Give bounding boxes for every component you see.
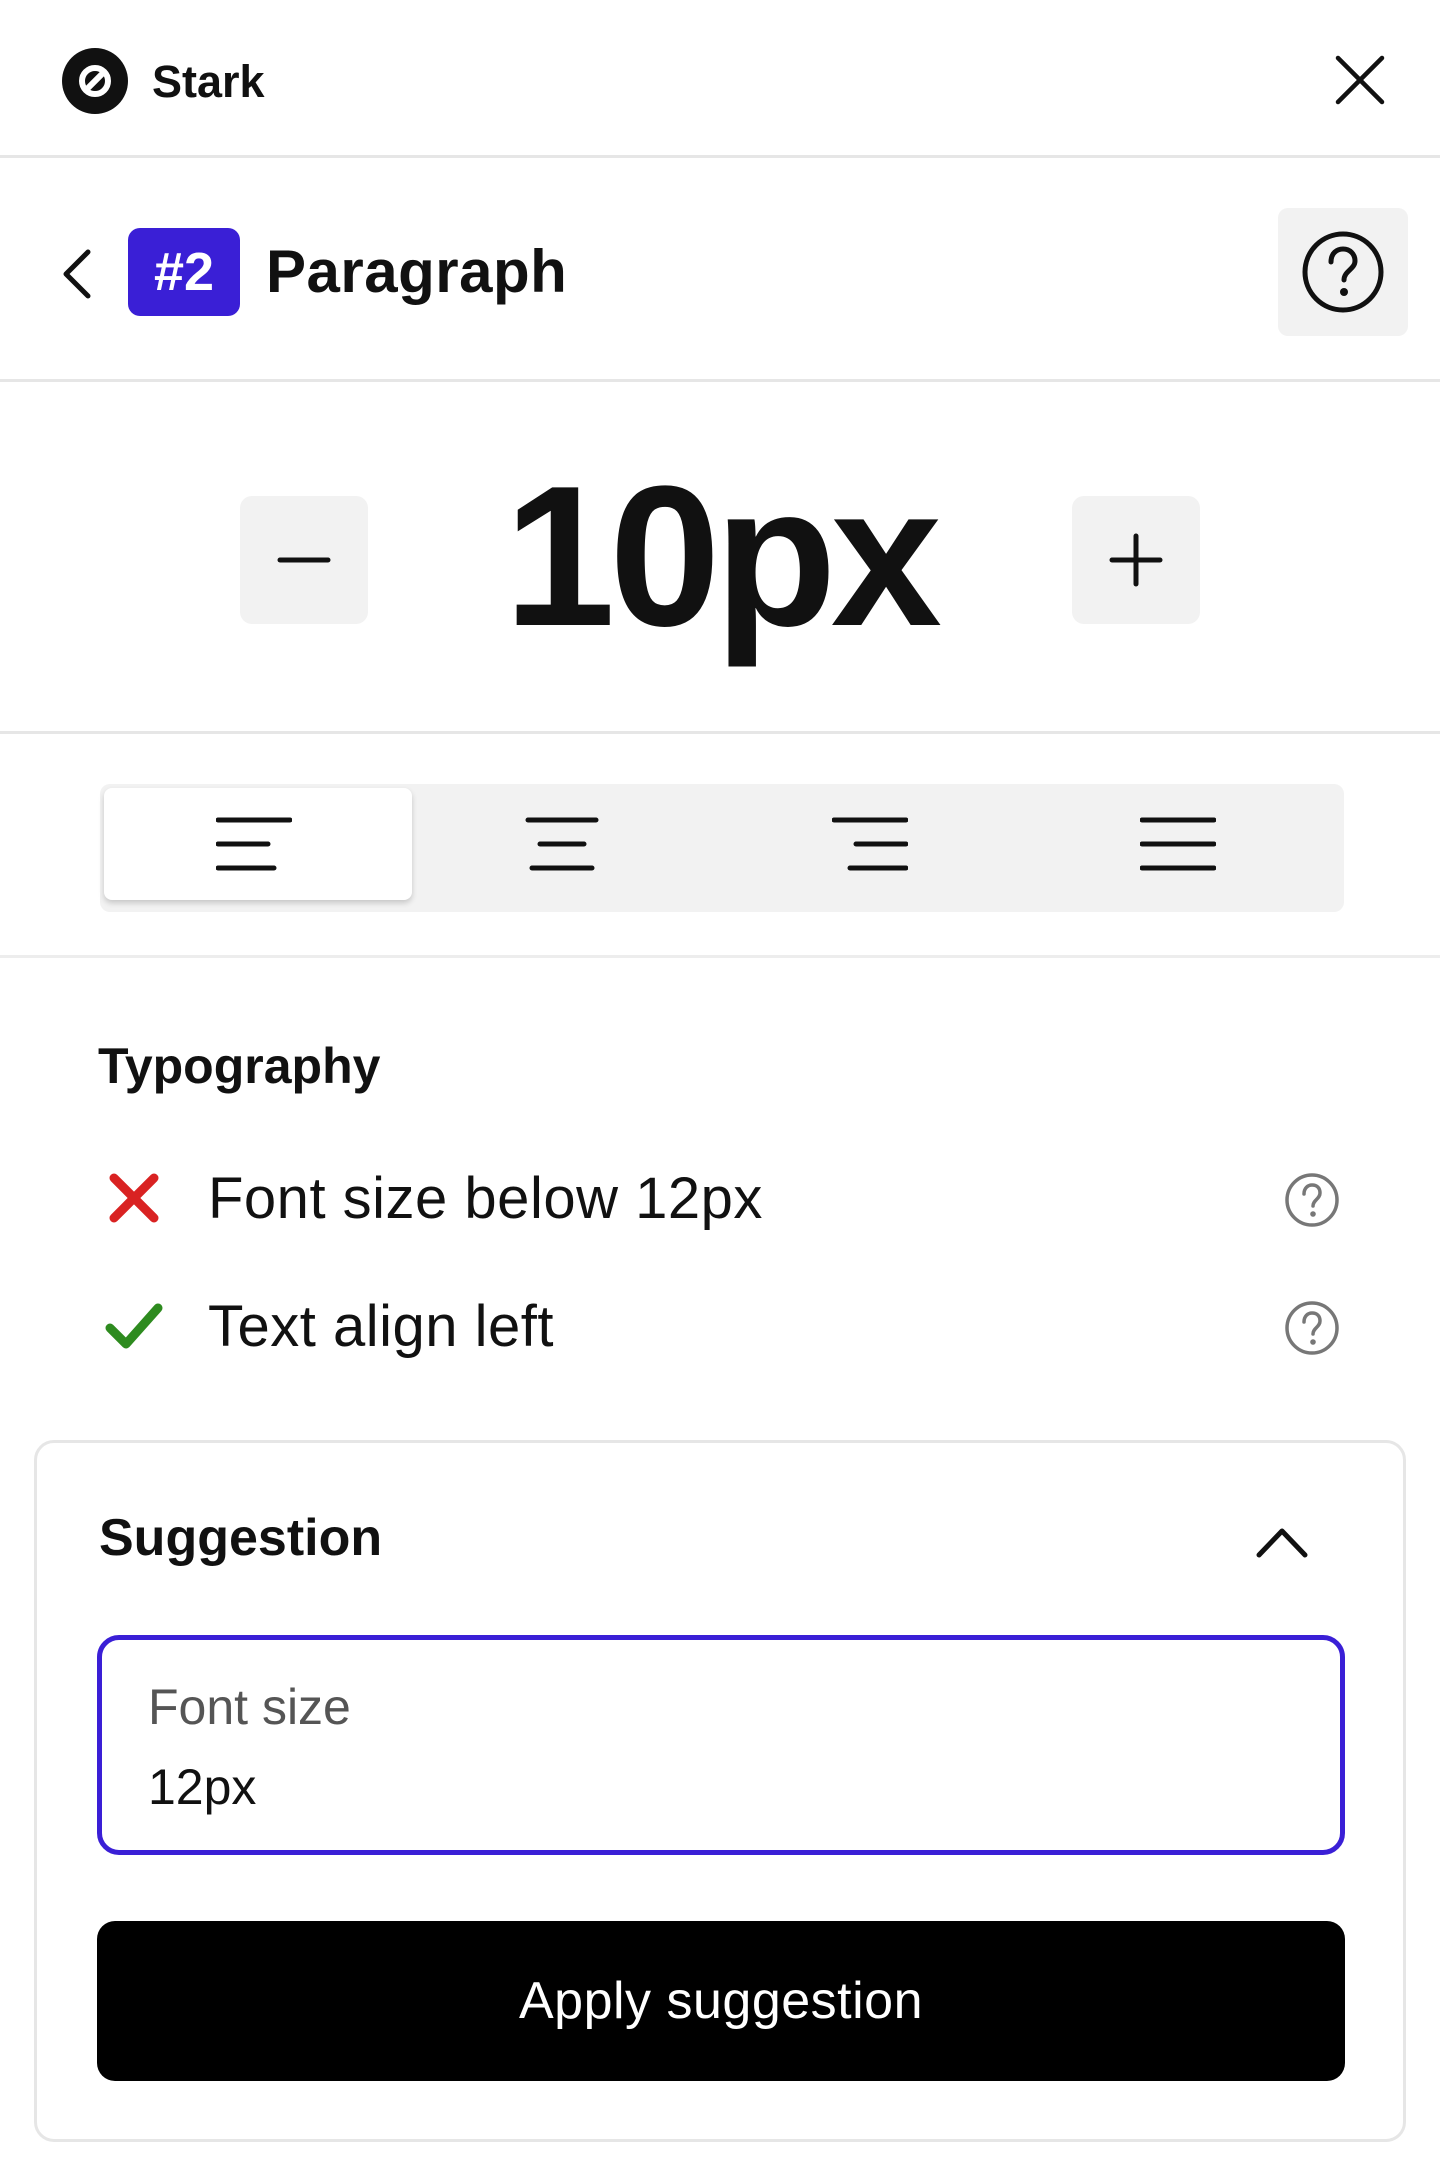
typography-heading: Typography bbox=[98, 1038, 381, 1094]
element-header: #2 Paragraph bbox=[0, 158, 1440, 382]
top-bar: Stark bbox=[0, 0, 1440, 158]
font-size-value: 10px bbox=[504, 445, 942, 668]
font-size-stepper: 10px bbox=[0, 382, 1440, 734]
help-circle-icon[interactable] bbox=[1284, 1172, 1340, 1228]
increase-font-size-button[interactable] bbox=[1072, 496, 1200, 624]
plus-icon bbox=[1109, 533, 1163, 587]
align-center-icon bbox=[525, 817, 599, 871]
element-number-badge: #2 bbox=[128, 228, 240, 316]
align-justify-icon bbox=[1140, 817, 1216, 871]
font-size-input[interactable] bbox=[148, 1756, 1248, 1818]
page-title: Paragraph bbox=[266, 238, 568, 305]
chevron-up-icon[interactable] bbox=[1251, 1511, 1313, 1573]
minus-icon bbox=[277, 557, 331, 563]
suggestion-heading: Suggestion bbox=[99, 1509, 383, 1567]
alignment-segmented-control bbox=[100, 784, 1344, 912]
align-right-icon bbox=[832, 817, 908, 871]
checkmark-icon bbox=[105, 1303, 163, 1349]
align-left-icon bbox=[216, 817, 292, 871]
text-alignment-section bbox=[0, 734, 1440, 958]
apply-suggestion-button[interactable]: Apply suggestion bbox=[97, 1921, 1345, 2081]
help-button[interactable] bbox=[1278, 208, 1408, 336]
suggestion-card: Suggestion Font size Apply suggestion bbox=[34, 1440, 1406, 2142]
align-right-button[interactable] bbox=[720, 788, 1028, 900]
help-circle-icon bbox=[1302, 231, 1384, 313]
help-circle-icon[interactable] bbox=[1284, 1300, 1340, 1356]
stark-logo-icon bbox=[62, 48, 128, 114]
app-name: Stark bbox=[152, 56, 265, 107]
align-justify-button[interactable] bbox=[1028, 788, 1336, 900]
font-size-suggestion-field[interactable]: Font size bbox=[97, 1635, 1345, 1855]
close-icon[interactable] bbox=[1332, 52, 1388, 108]
x-icon bbox=[109, 1173, 159, 1223]
check-label: Text align left bbox=[208, 1294, 555, 1359]
check-label: Font size below 12px bbox=[208, 1166, 763, 1231]
chevron-left-icon[interactable] bbox=[58, 246, 98, 302]
check-item-font-size: Font size below 12px bbox=[0, 1154, 1440, 1244]
align-left-button[interactable] bbox=[104, 788, 412, 900]
decrease-font-size-button[interactable] bbox=[240, 496, 368, 624]
check-item-text-align: Text align left bbox=[0, 1282, 1440, 1372]
field-label: Font size bbox=[148, 1679, 351, 1735]
align-center-button[interactable] bbox=[412, 788, 720, 900]
